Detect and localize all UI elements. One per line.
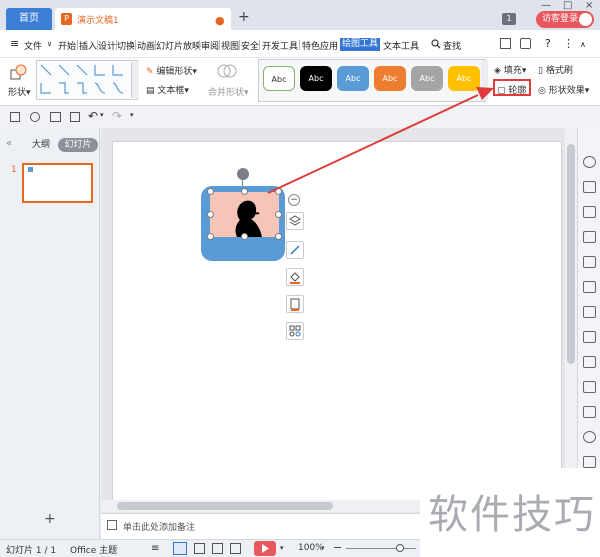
animation-icon[interactable]: [583, 156, 596, 168]
collapse-sidebar-icon[interactable]: [583, 456, 596, 468]
notes-view-icon[interactable]: [230, 543, 241, 554]
normal-view-icon[interactable]: [173, 542, 187, 555]
zoom-slider-handle[interactable]: [396, 544, 404, 552]
page-icon[interactable]: [583, 306, 596, 318]
play-icon: [262, 544, 269, 553]
archive-icon[interactable]: [583, 356, 596, 368]
zoom-dropdown-icon[interactable]: ▾: [321, 544, 325, 552]
align-icon[interactable]: ≡: [151, 543, 159, 554]
security-icon[interactable]: [583, 431, 596, 443]
text-box-icon[interactable]: [583, 231, 596, 243]
watermark-text: 软件技巧: [428, 492, 596, 538]
play-slideshow-button[interactable]: [254, 541, 276, 556]
reading-view-icon[interactable]: [212, 543, 223, 554]
grid-icon[interactable]: [583, 256, 596, 268]
watermark: 软件技巧: [420, 468, 600, 557]
slide-count: 幻灯片 1 / 1: [6, 546, 57, 556]
notes-placeholder[interactable]: 单击此处添加备注: [123, 520, 195, 533]
copy-icon[interactable]: [583, 206, 596, 218]
zoom-level[interactable]: 100%: [298, 543, 324, 553]
play-options-icon[interactable]: ▾: [280, 544, 284, 552]
zoom-out-button[interactable]: −: [333, 541, 342, 554]
image-icon[interactable]: [583, 381, 596, 393]
vertical-scroll-thumb[interactable]: [567, 144, 575, 364]
audio-icon[interactable]: [583, 406, 596, 418]
vertical-scrollbar[interactable]: [565, 128, 577, 513]
zoom-slider[interactable]: [346, 548, 416, 549]
horizontal-scroll-thumb[interactable]: [117, 502, 333, 510]
theme-name[interactable]: Office 主题: [70, 543, 117, 556]
table-icon[interactable]: [583, 331, 596, 343]
settings-sliders-icon[interactable]: [583, 281, 596, 293]
object-icon[interactable]: [583, 181, 596, 193]
notes-icon: [107, 520, 117, 530]
slide-sorter-icon[interactable]: [194, 543, 205, 554]
